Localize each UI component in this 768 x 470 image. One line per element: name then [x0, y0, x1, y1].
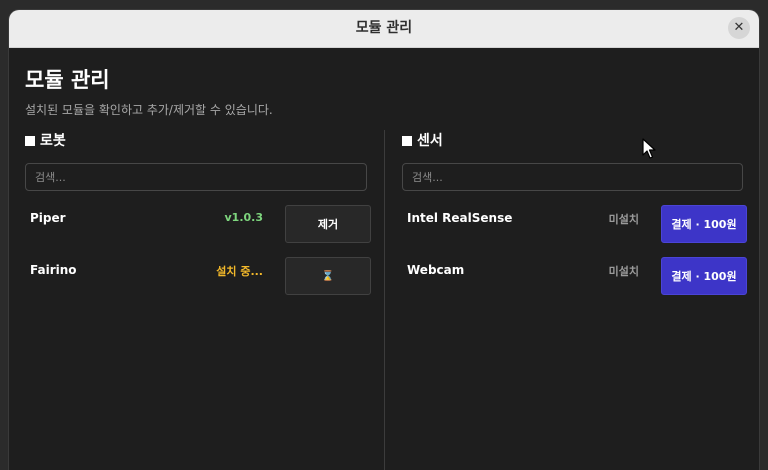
sensors-search-input[interactable]: [402, 163, 743, 191]
robots-panel-title: 로봇: [40, 133, 66, 149]
panel-divider: [384, 130, 385, 470]
hourglass-icon: ⌛: [321, 270, 335, 282]
page-title: 모듈 관리: [25, 68, 110, 92]
module-row-webcam: Webcam 미설치 결제 · 100원: [402, 257, 747, 295]
purchase-button[interactable]: 결제 · 100원: [661, 257, 747, 295]
module-not-installed-status: 미설치: [608, 213, 639, 226]
module-row-fairino: Fairino 설치 중... ⌛: [25, 257, 371, 295]
module-manager-window: 모듈 관리 ✕ 모듈 관리 설치된 모듈을 확인하고 추가/제거할 수 있습니다…: [9, 10, 759, 470]
sensors-panel-title: 센서: [417, 133, 443, 149]
sensors-panel-header: 센서: [402, 132, 743, 150]
mouse-cursor-icon: [642, 138, 656, 159]
page-subtitle: 설치된 모듈을 확인하고 추가/제거할 수 있습니다.: [25, 103, 273, 117]
sensors-panel: 센서 Intel RealSense 미설치 결제 · 100원 Webcam …: [402, 132, 747, 309]
module-row-piper: Piper v1.0.3 제거: [25, 205, 371, 243]
robots-panel: 로봇 Piper v1.0.3 제거 Fairino 설치 중... ⌛: [25, 132, 371, 309]
remove-button[interactable]: 제거: [285, 205, 371, 243]
robots-search-input[interactable]: [25, 163, 367, 191]
purchase-button[interactable]: 결제 · 100원: [661, 205, 747, 243]
installing-button[interactable]: ⌛: [285, 257, 371, 295]
module-name: Intel RealSense: [407, 211, 513, 225]
module-installing-status: 설치 중...: [216, 265, 263, 278]
robots-panel-header: 로봇: [25, 132, 367, 150]
module-row-intel-realsense: Intel RealSense 미설치 결제 · 100원: [402, 205, 747, 243]
robots-list: Piper v1.0.3 제거 Fairino 설치 중... ⌛: [25, 205, 371, 295]
main-content: 모듈 관리 설치된 모듈을 확인하고 추가/제거할 수 있습니다. 로봇 Pip…: [9, 48, 759, 470]
module-name: Fairino: [30, 263, 77, 277]
title-bar: 모듈 관리 ✕: [9, 10, 759, 48]
square-bullet-icon: [25, 136, 35, 146]
module-name: Piper: [30, 211, 66, 225]
close-button[interactable]: ✕: [728, 17, 750, 39]
module-not-installed-status: 미설치: [608, 265, 639, 278]
window-title: 모듈 관리: [355, 20, 413, 36]
module-name: Webcam: [407, 263, 465, 277]
square-bullet-icon: [402, 136, 412, 146]
sensors-list: Intel RealSense 미설치 결제 · 100원 Webcam 미설치…: [402, 205, 747, 295]
module-version-badge: v1.0.3: [224, 211, 264, 224]
